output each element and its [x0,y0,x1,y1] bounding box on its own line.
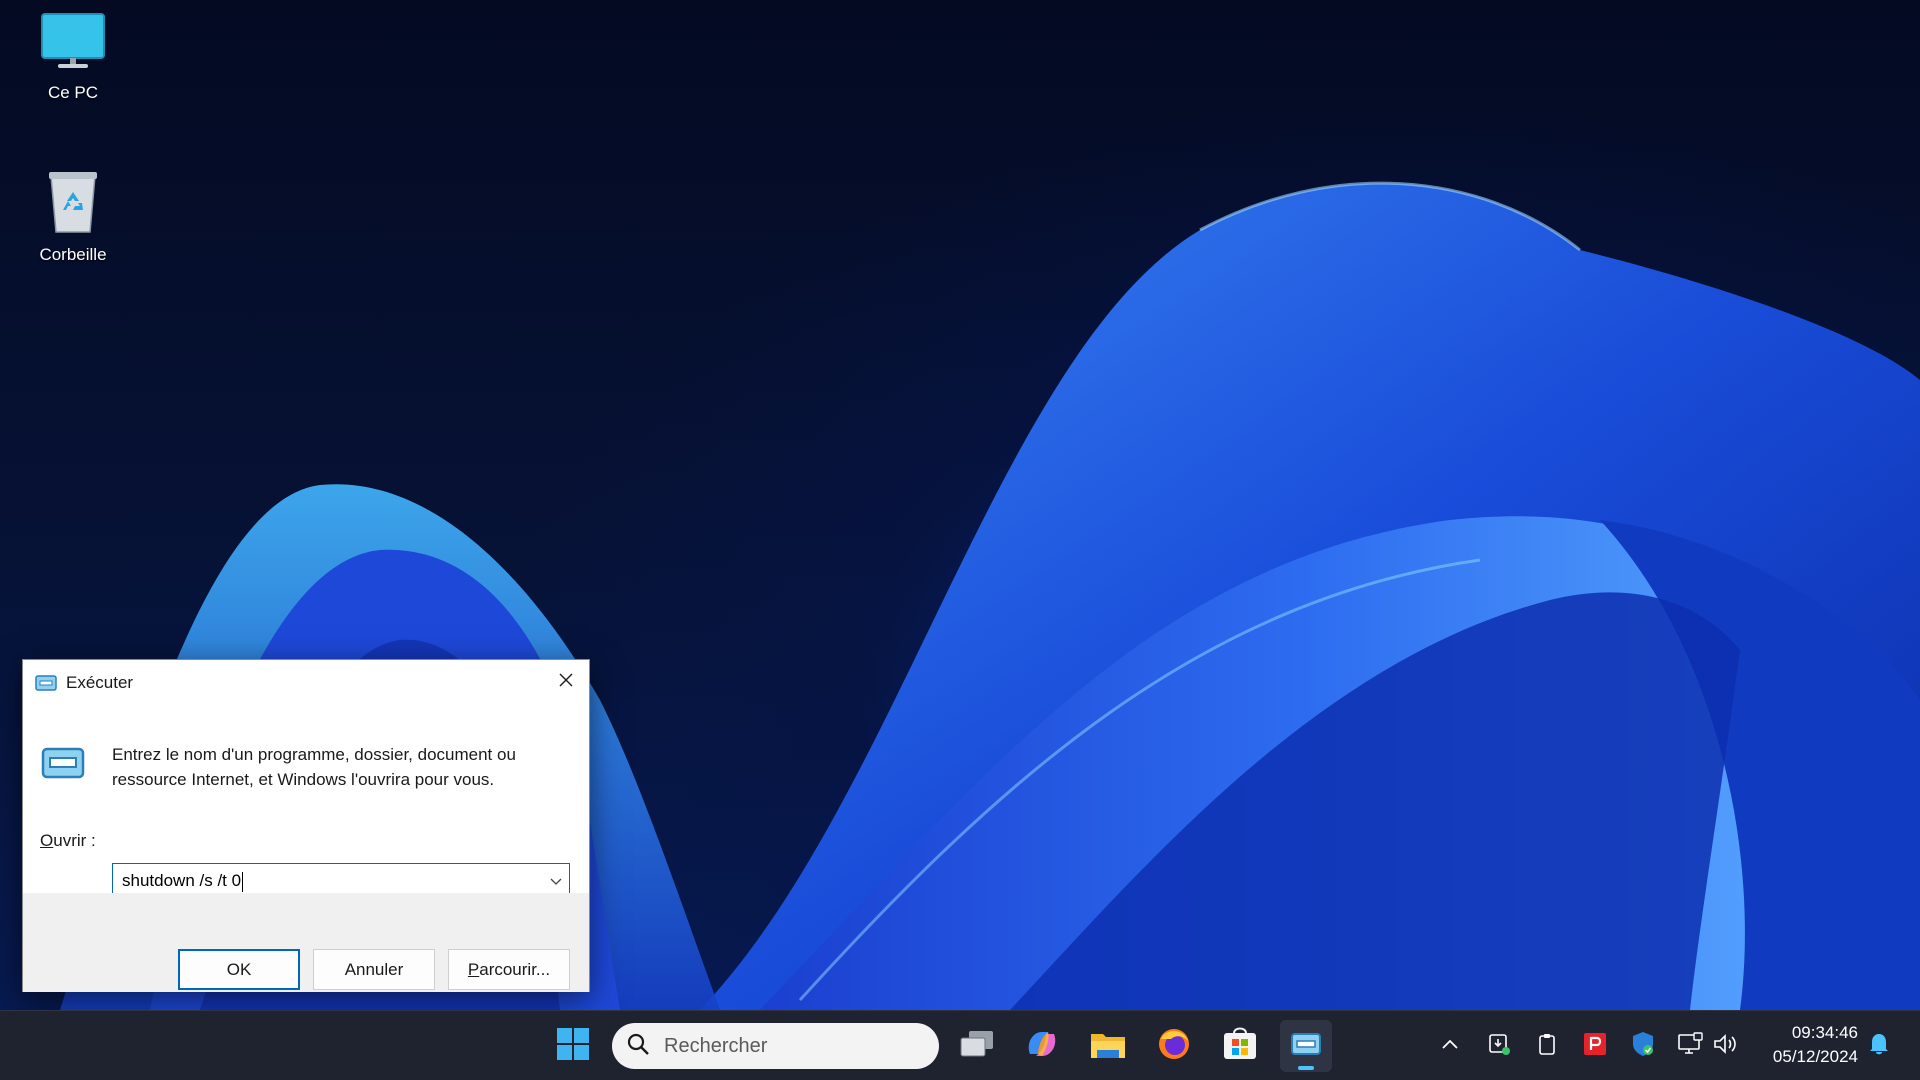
open-input-value: shutdown /s /t 0 [122,871,242,891]
desktop-icon-label: Ce PC [47,83,99,102]
file-explorer-button[interactable] [1082,1020,1134,1072]
bell-icon [1868,1032,1890,1061]
browse-button[interactable]: Parcourir... [448,949,570,990]
run-app-icon [41,747,85,784]
clipboard-tray[interactable] [1532,1031,1562,1061]
start-button[interactable] [547,1020,599,1072]
network-tray[interactable] [1675,1031,1705,1061]
browse-accelerator: P [467,959,480,979]
active-window-indicator [1298,1066,1314,1070]
chevron-down-icon [550,873,562,891]
clock-time: 09:34:46 [1791,1023,1858,1042]
show-hidden-icons-button[interactable] [1435,1031,1465,1061]
run-app-icon [1290,1032,1322,1061]
network-icon [1677,1031,1703,1061]
copilot-button[interactable] [1016,1020,1068,1072]
file-explorer-icon [1089,1028,1127,1065]
run-app-icon [35,674,57,691]
windows-security-icon [1631,1031,1655,1062]
notifications-button[interactable] [1864,1031,1894,1061]
dialog-title-bar[interactable]: Exécuter [23,660,589,705]
cancel-button[interactable]: Annuler [313,949,435,990]
volume-tray[interactable] [1710,1031,1740,1061]
ok-button[interactable]: OK [178,949,300,990]
run-taskbar-button[interactable] [1280,1020,1332,1072]
clipboard-icon [1537,1032,1557,1061]
task-view-button[interactable] [951,1020,1003,1072]
download-status-tray[interactable] [1484,1031,1514,1061]
text-caret [242,871,244,892]
start-icon [556,1027,590,1066]
search-icon [626,1032,650,1061]
close-button[interactable] [543,660,589,705]
firefox-button[interactable] [1148,1020,1200,1072]
desktop-icon-this-pc[interactable]: Ce PC [18,12,128,103]
dialog-body: Entrez le nom d'un programme, dossier, d… [23,705,589,900]
clock-date: 05/12/2024 [1772,1047,1858,1066]
taskbar-search[interactable]: Rechercher [612,1023,939,1069]
run-dialog: Exécuter Entrez le nom d'un programme, d… [22,659,590,992]
volume-icon [1712,1033,1738,1060]
windows-security-tray[interactable] [1628,1031,1658,1061]
open-label-accelerator: O [40,831,54,850]
taskbar-clock[interactable]: 09:34:46 05/12/2024 [1756,1021,1858,1069]
dialog-description: Entrez le nom d'un programme, dossier, d… [112,745,516,789]
open-input[interactable]: shutdown /s /t 0 [113,871,543,892]
pdf-app-icon [1583,1032,1607,1061]
close-icon [558,672,574,693]
dialog-title: Exécuter [66,672,134,692]
microsoft-store-icon [1222,1027,1258,1066]
desktop-icon-label: Corbeille [39,245,107,264]
microsoft-store-button[interactable] [1214,1020,1266,1072]
copilot-icon [1024,1028,1060,1065]
firefox-icon [1157,1027,1191,1066]
browse-label: arcourir... [479,959,551,979]
task-view-icon [959,1029,995,1064]
desktop-icon-recycle-bin[interactable]: Corbeille [18,168,128,265]
chevron-up-icon [1441,1037,1459,1055]
pdf-app-tray[interactable] [1580,1031,1610,1061]
monitor-icon [18,12,128,77]
open-label-text: uvrir : [53,831,96,850]
download-status-icon [1487,1032,1511,1061]
recycle-bin-icon [18,168,128,239]
open-label: Ouvrir : [40,831,96,851]
taskbar: Rechercher 09:34:46 05/12/2024 [0,1010,1920,1080]
search-placeholder: Rechercher [664,1034,768,1057]
